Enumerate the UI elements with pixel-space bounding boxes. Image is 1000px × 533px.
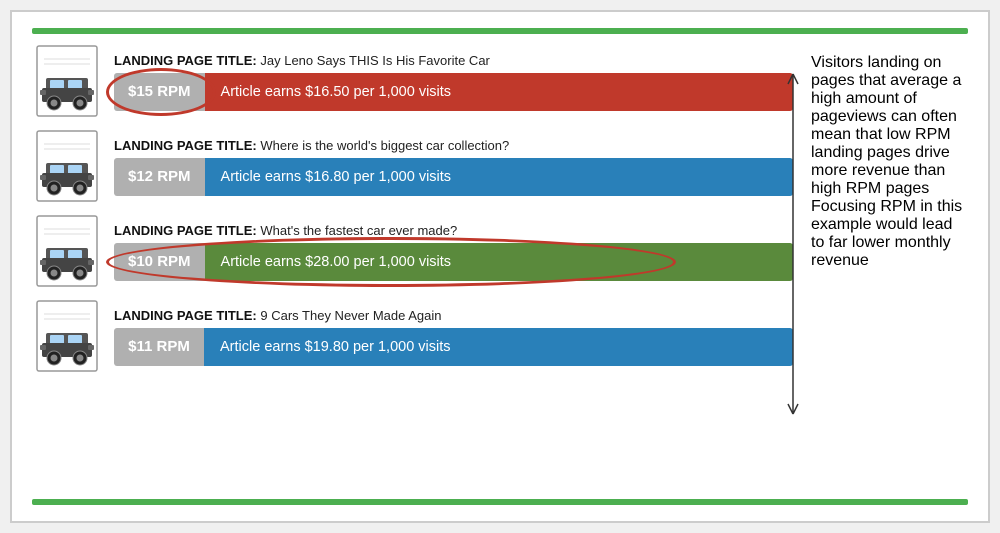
card-right-4: LANDING PAGE TITLE: 9 Cars They Never Ma… [114,308,793,366]
rpm-badge-3: $10 RPM [114,243,205,281]
earnings-bar-2: Article earns $16.80 per 1,000 visits [205,158,793,196]
side-text-container: Visitors landing on pages that average a… [793,44,968,489]
rpm-badge-2: $12 RPM [114,158,205,196]
card-bar-3: $10 RPMArticle earns $28.00 per 1,000 vi… [114,243,793,281]
slide: LANDING PAGE TITLE: Jay Leno Says THIS I… [10,10,990,523]
page-icon [32,299,102,374]
card-right-2: LANDING PAGE TITLE: Where is the world's… [114,138,793,196]
card-bar-wrapper-3: $10 RPMArticle earns $28.00 per 1,000 vi… [114,243,793,281]
bottom-bar [32,499,968,505]
card-right-3: LANDING PAGE TITLE: What's the fastest c… [114,223,793,281]
earnings-bar-3: Article earns $28.00 per 1,000 visits [205,243,793,281]
cards-column: LANDING PAGE TITLE: Jay Leno Says THIS I… [32,44,793,489]
card-title-1: LANDING PAGE TITLE: Jay Leno Says THIS I… [114,53,793,68]
content-area: LANDING PAGE TITLE: Jay Leno Says THIS I… [32,44,968,489]
rpm-badge-1: $15 RPM [114,73,205,111]
card-2: LANDING PAGE TITLE: Where is the world's… [32,129,793,204]
card-1: LANDING PAGE TITLE: Jay Leno Says THIS I… [32,44,793,119]
earnings-bar-4: Article earns $19.80 per 1,000 visits [204,328,793,366]
side-main-text: Visitors landing on pages that average a… [811,54,968,198]
card-bar-wrapper-1: $15 RPMArticle earns $16.50 per 1,000 vi… [114,73,793,111]
card-bar-wrapper-4: $11 RPMArticle earns $19.80 per 1,000 vi… [114,328,793,366]
card-right-1: LANDING PAGE TITLE: Jay Leno Says THIS I… [114,53,793,111]
card-bar-1: $15 RPMArticle earns $16.50 per 1,000 vi… [114,73,793,111]
top-bar [32,28,968,34]
card-title-2: LANDING PAGE TITLE: Where is the world's… [114,138,793,153]
page-icon [32,129,102,204]
card-bar-wrapper-2: $12 RPMArticle earns $16.80 per 1,000 vi… [114,158,793,196]
side-warning-text: Focusing RPM in this example would lead … [811,198,968,270]
rpm-badge-4: $11 RPM [114,328,204,366]
page-icon [32,44,102,119]
card-3: LANDING PAGE TITLE: What's the fastest c… [32,214,793,289]
card-bar-4: $11 RPMArticle earns $19.80 per 1,000 vi… [114,328,793,366]
card-title-3: LANDING PAGE TITLE: What's the fastest c… [114,223,793,238]
earnings-bar-1: Article earns $16.50 per 1,000 visits [205,73,793,111]
page-icon [32,214,102,289]
card-title-4: LANDING PAGE TITLE: 9 Cars They Never Ma… [114,308,793,323]
card-4: LANDING PAGE TITLE: 9 Cars They Never Ma… [32,299,793,374]
card-bar-2: $12 RPMArticle earns $16.80 per 1,000 vi… [114,158,793,196]
